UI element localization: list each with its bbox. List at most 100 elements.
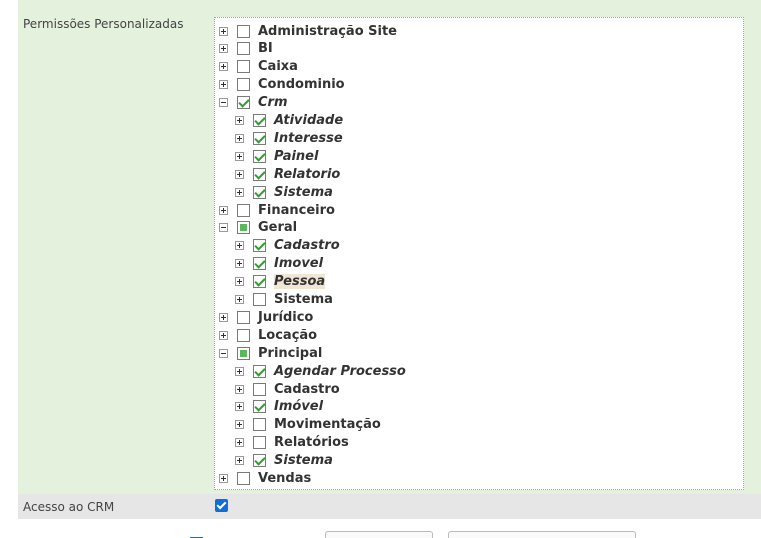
permissions-tree: Administração Site BI Caixa Condominio Crm At… — [214, 17, 744, 490]
tree-node-checkbox[interactable] — [237, 310, 250, 324]
tree-node-label[interactable]: Painel — [274, 149, 318, 164]
expand-icon[interactable] — [235, 295, 244, 304]
tree-node-label[interactable]: Imóvel — [274, 399, 323, 414]
tree-node-label[interactable]: Condominio — [258, 77, 345, 92]
tree-node-label[interactable]: Geral — [258, 220, 297, 235]
tree-node-checkbox[interactable] — [253, 400, 266, 414]
tree-node: BI — [219, 40, 273, 58]
expand-icon[interactable] — [235, 420, 244, 430]
crm-access-checkbox[interactable] — [215, 499, 228, 512]
tree-node-label[interactable]: Crm — [258, 95, 288, 110]
collapse-icon[interactable] — [219, 98, 228, 108]
tree-node: Jurídico — [219, 308, 313, 326]
tree-node-label[interactable]: Pessoa — [274, 274, 326, 290]
collapse-icon[interactable] — [219, 223, 228, 233]
tree-node-checkbox[interactable] — [253, 364, 266, 378]
tree-node-checkbox[interactable] — [253, 239, 266, 253]
expand-icon[interactable] — [219, 312, 228, 322]
expand-icon[interactable] — [235, 151, 244, 161]
tree-node-checkbox[interactable] — [237, 42, 250, 56]
tree-node-label[interactable]: Principal — [258, 346, 322, 361]
tree-node: Imovel — [235, 255, 323, 273]
expand-icon[interactable] — [235, 402, 244, 412]
expand-icon[interactable] — [219, 26, 228, 36]
tree-node-label[interactable]: Relatórios — [274, 435, 349, 450]
tree-node-label[interactable]: Agendar Processo — [274, 364, 406, 379]
expand-icon[interactable] — [235, 384, 244, 394]
tree-node-checkbox[interactable] — [253, 131, 266, 145]
tree-node: Agendar Processo — [235, 362, 406, 380]
tree-node-checkbox[interactable] — [253, 275, 266, 289]
tree-node: Painel — [235, 147, 318, 165]
collapse-icon[interactable] — [219, 348, 228, 358]
tree-node-checkbox[interactable] — [253, 257, 266, 271]
expand-icon[interactable] — [219, 62, 228, 72]
expand-icon[interactable] — [235, 277, 244, 287]
tree-node-checkbox[interactable] — [253, 185, 266, 199]
tree-node-checkbox[interactable] — [253, 149, 266, 163]
tree-node-checkbox[interactable] — [237, 78, 250, 92]
tree-node-label[interactable]: Imovel — [274, 256, 323, 271]
tree-node-checkbox[interactable] — [253, 114, 266, 127]
tree-node-checkbox[interactable] — [237, 472, 250, 485]
tree-node-checkbox[interactable] — [253, 167, 266, 181]
tree-node: Cadastro — [235, 380, 340, 398]
tree-node: Pessoa — [235, 273, 326, 291]
tree-node-label[interactable]: Relatorio — [274, 167, 340, 182]
expand-icon[interactable] — [235, 456, 244, 466]
expand-icon[interactable] — [219, 474, 228, 483]
tree-node: Geral — [219, 219, 297, 237]
expand-icon[interactable] — [235, 366, 244, 376]
permissions-label: Permissões Personalizadas — [23, 17, 184, 31]
expand-icon[interactable] — [235, 133, 244, 143]
permissions-row: Permissões Personalizadas Administração … — [18, 0, 761, 494]
tree-node-label[interactable]: Cadastro — [274, 238, 340, 253]
tree-node-checkbox[interactable] — [253, 418, 266, 432]
tree-node: Locação — [219, 326, 317, 344]
tree-node: Sistema — [235, 452, 333, 470]
tree-node-checkbox[interactable] — [253, 436, 266, 450]
expand-icon[interactable] — [219, 44, 228, 54]
tree-node-label[interactable]: Administração Site — [258, 24, 397, 39]
tree-node-label[interactable]: BI — [258, 41, 273, 56]
tree-node-label[interactable]: Sistema — [274, 453, 333, 468]
tree-node-checkbox[interactable] — [237, 346, 250, 360]
tree-node-checkbox[interactable] — [253, 454, 266, 468]
tree-node: Imóvel — [235, 398, 323, 416]
tree-node-label[interactable]: Sistema — [274, 185, 333, 200]
bottom-button-partial[interactable] — [325, 531, 433, 538]
expand-icon[interactable] — [219, 205, 228, 215]
expand-icon[interactable] — [235, 438, 244, 448]
expand-icon[interactable] — [219, 330, 228, 340]
expand-icon[interactable] — [235, 169, 244, 179]
tree-node-checkbox[interactable] — [237, 60, 250, 74]
crm-access-row: Acesso ao CRM — [18, 494, 761, 519]
expand-icon[interactable] — [235, 241, 244, 251]
tree-node-label[interactable]: Financeiro — [258, 203, 335, 218]
tree-node: Movimentação — [235, 416, 381, 434]
tree-node-label[interactable]: Sistema — [274, 292, 333, 307]
tree-node-label[interactable]: Interesse — [274, 131, 343, 146]
tree-node-checkbox[interactable] — [237, 328, 250, 342]
tree-node: Financeiro — [219, 201, 335, 219]
expand-icon[interactable] — [235, 259, 244, 269]
tree-node-label[interactable]: Cadastro — [274, 382, 340, 397]
expand-icon[interactable] — [219, 80, 228, 90]
tree-node-label[interactable]: Caixa — [258, 59, 298, 74]
tree-node-checkbox[interactable] — [253, 382, 266, 396]
tree-node-checkbox[interactable] — [237, 221, 250, 235]
expand-icon[interactable] — [235, 116, 244, 125]
tree-node-checkbox[interactable] — [237, 24, 250, 38]
tree-node: Caixa — [219, 58, 298, 76]
tree-node-checkbox[interactable] — [253, 293, 266, 306]
tree-node: Relatorio — [235, 165, 340, 183]
tree-node-checkbox[interactable] — [237, 96, 250, 110]
bottom-button-partial[interactable] — [448, 531, 636, 538]
tree-node-label[interactable]: Jurídico — [258, 310, 313, 325]
tree-node-label[interactable]: Movimentação — [274, 417, 381, 432]
expand-icon[interactable] — [235, 187, 244, 197]
tree-node-label[interactable]: Atividade — [274, 113, 343, 128]
tree-node-label[interactable]: Vendas — [258, 471, 311, 486]
tree-node-label[interactable]: Locação — [258, 328, 317, 343]
tree-node-checkbox[interactable] — [237, 203, 250, 217]
